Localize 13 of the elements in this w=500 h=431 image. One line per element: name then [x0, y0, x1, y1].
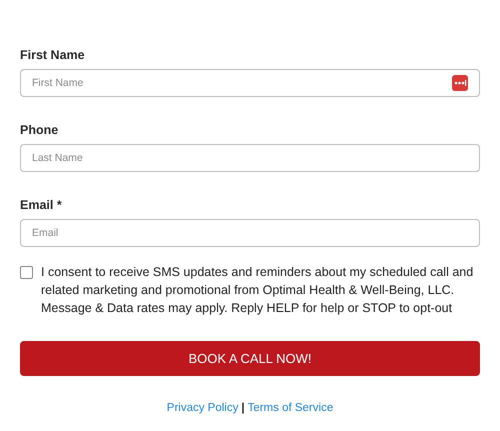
consent-checkbox[interactable]: [20, 266, 33, 279]
link-separator: |: [241, 402, 245, 414]
book-call-button[interactable]: BOOK A CALL NOW!: [20, 341, 480, 376]
field-label: Email *: [20, 198, 62, 212]
terms-of-service-link[interactable]: Terms of Service: [248, 402, 334, 414]
input-field[interactable]: Last Name: [20, 144, 480, 172]
field-label: Phone: [20, 123, 58, 137]
dots-icon[interactable]: [452, 75, 468, 91]
field-label: First Name: [20, 48, 85, 62]
privacy-policy-link[interactable]: Privacy Policy: [166, 402, 238, 414]
input-field[interactable]: Email: [20, 219, 480, 247]
input-field[interactable]: First Name: [20, 69, 480, 97]
consent-text: I consent to receive SMS updates and reminders about my scheduled call and related marketing and promotional from Optimal Health & Well-Being, LLC. Message & Data rates may apply. Reply HELP for help or STOP to opt-out: [41, 264, 474, 317]
